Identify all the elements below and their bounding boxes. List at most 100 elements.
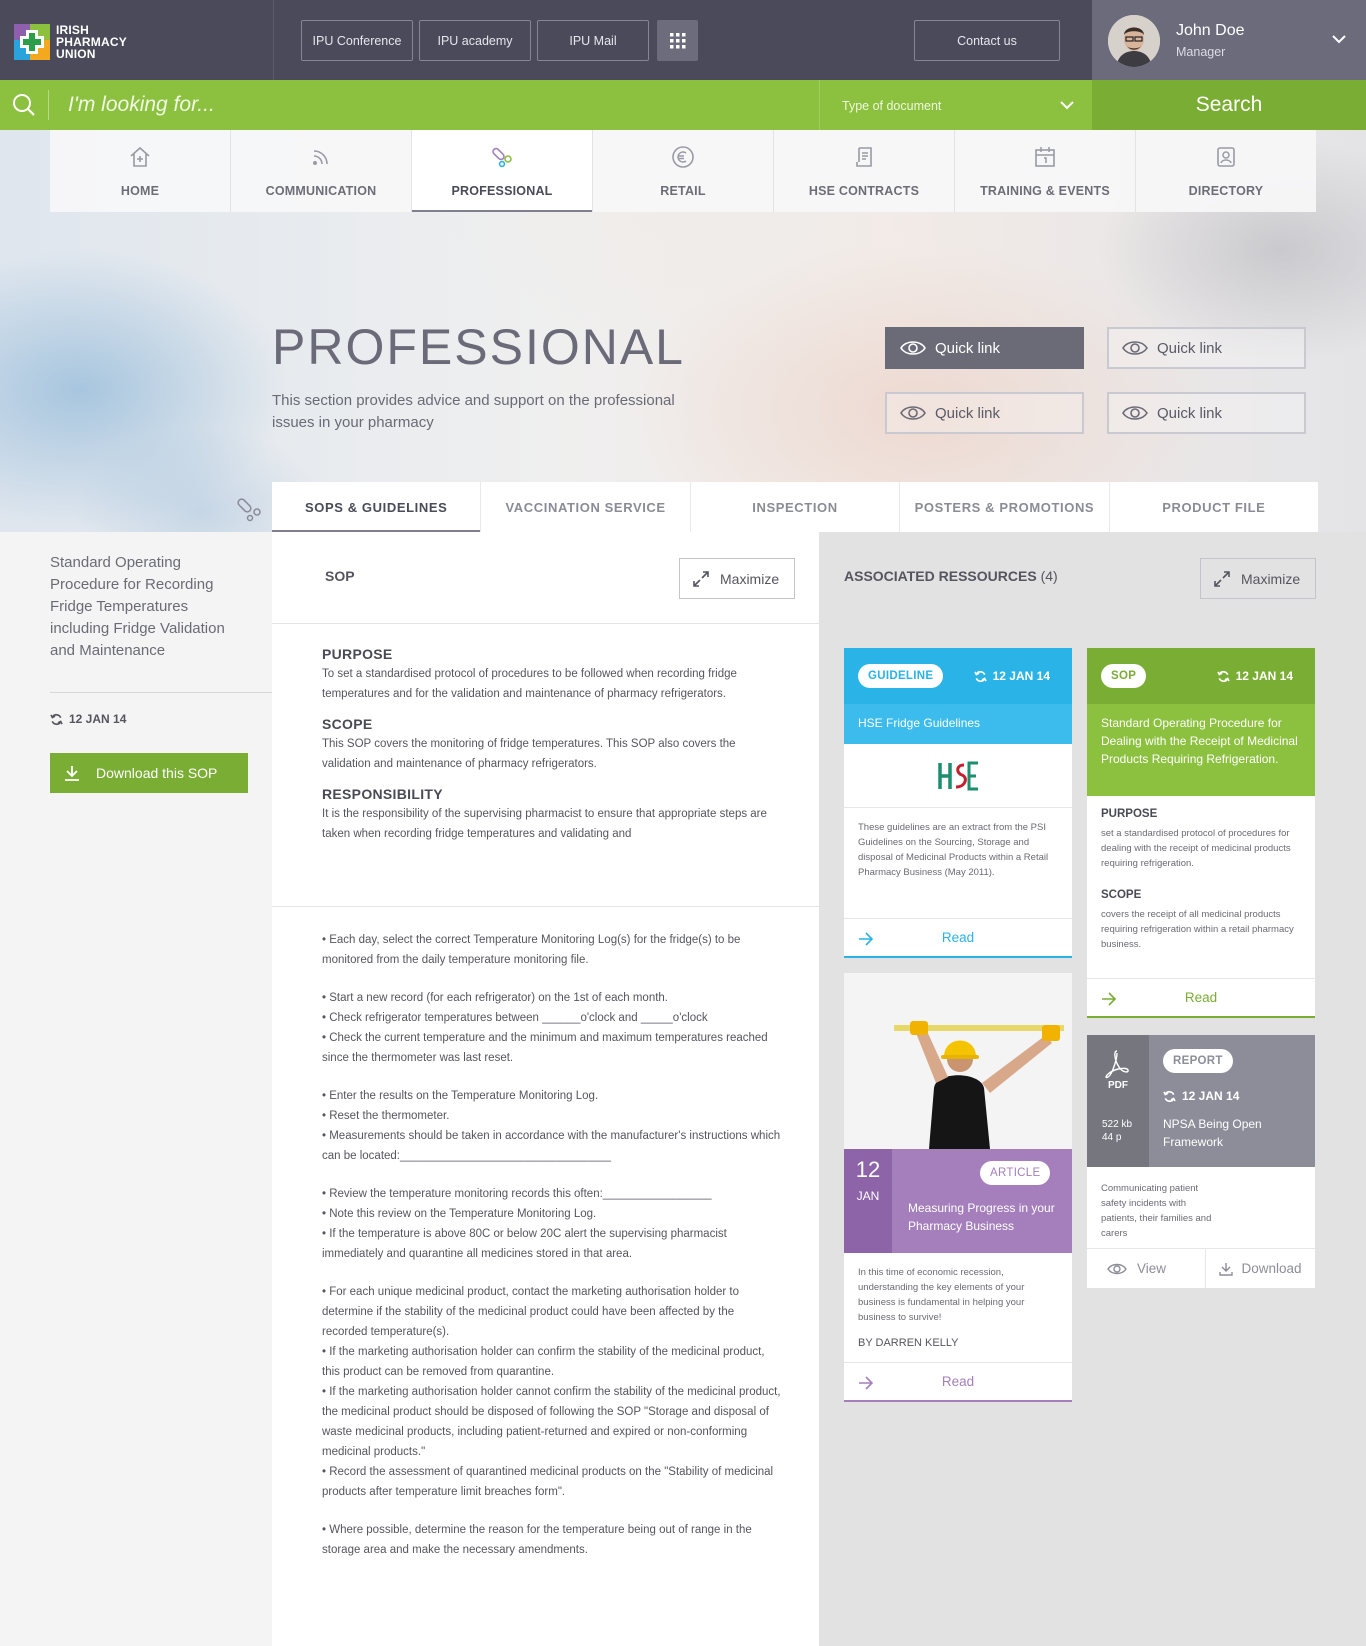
sop-document: SOP Maximize PURPOSE To set a standardis… xyxy=(272,532,819,1646)
tab-sops-guidelines[interactable]: SOPS & GUIDELINES xyxy=(272,482,482,532)
eye-icon xyxy=(900,406,926,420)
search-input[interactable] xyxy=(68,89,808,121)
card-title: HSE Fridge Guidelines xyxy=(844,704,1072,744)
view-button[interactable]: View xyxy=(1087,1249,1206,1288)
refresh-icon xyxy=(973,670,987,682)
scope-heading: SCOPE xyxy=(322,716,373,732)
report-card[interactable]: PDF 522 kb 44 p REPORT 12 JAN 14 NPSA Be… xyxy=(1087,1035,1315,1288)
scope-text: This SOP covers the monitoring of fridge… xyxy=(322,738,736,770)
arrow-right-icon xyxy=(859,1376,874,1390)
nav-item-professional[interactable]: PROFESSIONAL xyxy=(412,130,593,212)
nav-item-communication[interactable]: COMMUNICATION xyxy=(231,130,412,212)
maximize-resources-button[interactable]: Maximize xyxy=(1200,558,1316,599)
eye-icon xyxy=(1122,406,1148,420)
sop-summary: PURPOSE To set a standardised protocol o… xyxy=(272,624,819,907)
article-card[interactable]: 12 JAN ARTICLE Measuring Progress in you… xyxy=(844,973,1072,1402)
nav-item-directory[interactable]: DIRECTORY xyxy=(1136,130,1316,212)
resources-heading: ASSOCIATED RESSOURCES (4) xyxy=(844,568,1058,584)
eye-icon xyxy=(900,341,926,355)
search-bar: Type of document Search xyxy=(0,80,1366,130)
list-item: • Reset the thermometer. xyxy=(322,1110,450,1122)
refresh-icon xyxy=(1163,1090,1176,1102)
article-banner: 12 JAN ARTICLE Measuring Progress in you… xyxy=(844,1149,1072,1253)
nav-item-training-events[interactable]: TRAINING & EVENTS xyxy=(955,130,1136,212)
card-date: 12 JAN 14 xyxy=(1163,1089,1239,1103)
user-name: John Doe xyxy=(1176,22,1245,39)
list-item: • Check refrigerator temperatures betwee… xyxy=(322,1012,708,1024)
user-menu[interactable]: John Doe Manager xyxy=(1092,0,1366,80)
tab-posters-promotions[interactable]: POSTERS & PROMOTIONS xyxy=(900,482,1110,532)
report-title: NPSA Being Open Framework xyxy=(1163,1117,1262,1149)
card-title: Standard Operating Procedure for Dealing… xyxy=(1087,704,1315,796)
file-type: PDF xyxy=(1108,1080,1128,1091)
read-button[interactable]: Read xyxy=(844,1362,1072,1400)
quick-link-button[interactable]: Quick link xyxy=(885,392,1084,434)
euro-icon xyxy=(672,146,694,168)
article-author: BY DARREN KELLY xyxy=(858,1337,959,1349)
maximize-sop-button[interactable]: Maximize xyxy=(679,558,795,599)
ipu-conference-button[interactable]: IPU Conference xyxy=(301,20,413,61)
expand-icon xyxy=(1214,570,1230,587)
purpose-heading: PURPOSE xyxy=(1101,808,1158,820)
page-title: PROFESSIONAL xyxy=(272,319,685,375)
search-icon[interactable] xyxy=(12,93,36,117)
directory-icon xyxy=(1217,147,1235,167)
document-type-label: Type of document xyxy=(842,99,942,113)
card-date: 12 JAN 14 xyxy=(973,669,1050,683)
quick-link-button[interactable]: Quick link xyxy=(1107,392,1306,434)
document-type-select[interactable]: Type of document xyxy=(819,80,1092,130)
purpose-text: set a standardised protocol of procedure… xyxy=(1101,828,1291,869)
apps-grid-button[interactable] xyxy=(657,20,698,61)
quick-link-button[interactable]: Quick link xyxy=(885,327,1084,369)
download-sop-button[interactable]: Download this SOP xyxy=(50,753,248,793)
sop-date: 12 JAN 14 xyxy=(50,712,126,726)
report-body: Communicating patient safety incidents w… xyxy=(1101,1183,1212,1239)
associated-resources: ASSOCIATED RESSOURCES (4) Maximize GUIDE… xyxy=(819,532,1366,1646)
pill-icon xyxy=(492,147,512,168)
contact-us-button[interactable]: Contact us xyxy=(914,20,1060,61)
read-button[interactable]: Read xyxy=(844,918,1072,956)
ipu-academy-button[interactable]: IPU academy xyxy=(419,20,531,61)
sop-title: Standard Operating Procedure for Recordi… xyxy=(50,554,225,659)
chevron-down-icon xyxy=(1060,101,1074,110)
file-size: 522 kb xyxy=(1102,1119,1133,1130)
list-item: • Start a new record (for each refrigera… xyxy=(322,992,668,1004)
ipu-mail-button[interactable]: IPU Mail xyxy=(537,20,649,61)
download-button[interactable]: Download xyxy=(1206,1249,1316,1288)
logo-text: IRISH PHARMACY UNION xyxy=(56,23,127,61)
card-date: 12 JAN 14 xyxy=(1216,669,1293,683)
search-button[interactable]: Search xyxy=(1092,80,1366,130)
purpose-heading: PURPOSE xyxy=(322,646,393,662)
eye-icon xyxy=(1107,1263,1127,1274)
top-bar: IRISH PHARMACY UNION IPU Conference IPU … xyxy=(0,0,1366,80)
chevron-down-icon[interactable] xyxy=(1332,34,1346,44)
responsibility-heading: RESPONSIBILITY xyxy=(322,786,443,802)
sop-steps: • Each day, select the correct Temperatu… xyxy=(322,930,782,1560)
guideline-card[interactable]: GUIDELINE 12 JAN 14 HSE Fridge Guideline… xyxy=(844,648,1072,958)
list-item: • Enter the results on the Temperature M… xyxy=(322,1090,599,1102)
report-tag: REPORT xyxy=(1163,1049,1233,1073)
nav-item-home[interactable]: HOME xyxy=(50,130,231,212)
sop-heading: SOP xyxy=(325,568,355,584)
list-item: • For each unique medicinal product, con… xyxy=(322,1286,739,1338)
list-item: • Measurements should be taken in accord… xyxy=(322,1130,781,1162)
article-month: JAN xyxy=(856,1189,880,1203)
article-title: Measuring Progress in your Pharmacy Busi… xyxy=(908,1201,1055,1233)
purpose-text: To set a standardised protocol of proced… xyxy=(322,668,737,700)
list-item: • If the marketing authorisation holder … xyxy=(322,1386,781,1458)
refresh-icon xyxy=(1216,670,1230,682)
calendar-icon xyxy=(1035,147,1055,167)
quick-link-button[interactable]: Quick link xyxy=(1107,327,1306,369)
sop-sidebar: Standard Operating Procedure for Recordi… xyxy=(0,532,272,1646)
ipu-logo[interactable]: IRISH PHARMACY UNION xyxy=(14,22,274,62)
tab-inspection[interactable]: INSPECTION xyxy=(691,482,901,532)
tab-vaccination-service[interactable]: VACCINATION SERVICE xyxy=(481,482,691,532)
nav-item-retail[interactable]: RETAIL xyxy=(593,130,774,212)
nav-item-hse-contracts[interactable]: HSE CONTRACTS xyxy=(774,130,955,212)
tab-product-file[interactable]: PRODUCT FILE xyxy=(1110,482,1318,532)
download-icon xyxy=(65,766,79,781)
avatar xyxy=(1108,15,1160,67)
read-button[interactable]: Read xyxy=(1087,978,1315,1016)
logo-mark-icon xyxy=(14,24,50,60)
sop-resource-card[interactable]: SOP 12 JAN 14 Standard Operating Procedu… xyxy=(1087,648,1315,1018)
